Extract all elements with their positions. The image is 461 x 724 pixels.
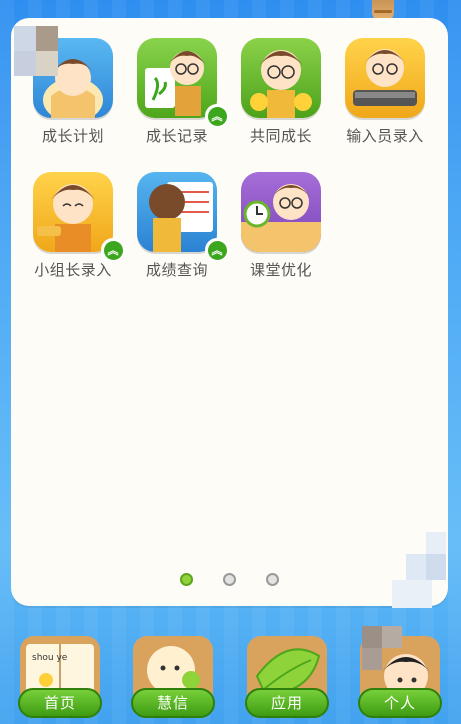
nav-apps[interactable]: 应用 — [245, 636, 329, 724]
nav-profile[interactable]: 个人 — [358, 626, 442, 724]
mosaic-overlay — [392, 532, 452, 608]
app-grow-together[interactable]: 共同成长 — [219, 18, 323, 145]
app-score-query[interactable]: ︽ 成绩查询 — [115, 152, 229, 279]
app-label: 课堂优化 — [249, 261, 312, 279]
growth-record-icon — [137, 38, 217, 118]
app-growth-record[interactable]: ︽ 成长记录 — [115, 18, 229, 145]
nav-home-label: 首页 — [18, 688, 102, 718]
nav-apps-label: 应用 — [245, 688, 329, 718]
group-leader-entry-icon — [33, 172, 113, 252]
app-input-entry[interactable]: 输入员录入 — [323, 18, 427, 145]
app-class-optimize[interactable]: 课堂优化 — [219, 152, 323, 279]
mosaic-overlay — [14, 26, 58, 76]
app-group-leader-entry[interactable]: ︽ 小组长录入 — [11, 152, 125, 279]
nav-profile-label: 个人 — [358, 688, 442, 718]
mosaic-overlay — [362, 626, 402, 670]
bottom-nav: shou ye 首页 慧信 应用 个人 — [0, 620, 461, 724]
nav-home[interactable]: shou ye 首页 — [18, 636, 102, 724]
page-indicator — [11, 573, 448, 586]
book-text: shou ye — [32, 653, 68, 663]
page-dot[interactable] — [223, 573, 236, 586]
nav-message-label: 慧信 — [131, 688, 215, 718]
nav-message[interactable]: 慧信 — [131, 636, 215, 724]
grow-together-icon — [241, 38, 321, 118]
page-dot[interactable] — [266, 573, 279, 586]
app-panel: 成长计划 ︽ 成长记录 共同成长 输入员录入 ︽ 小组长录入 ︽ 成绩查询 课堂… — [11, 18, 448, 606]
page-dot-active[interactable] — [180, 573, 193, 586]
app-label: 输入员录入 — [346, 127, 424, 145]
input-entry-icon — [345, 38, 425, 118]
class-optimize-icon — [241, 172, 321, 252]
score-query-icon — [137, 172, 217, 252]
